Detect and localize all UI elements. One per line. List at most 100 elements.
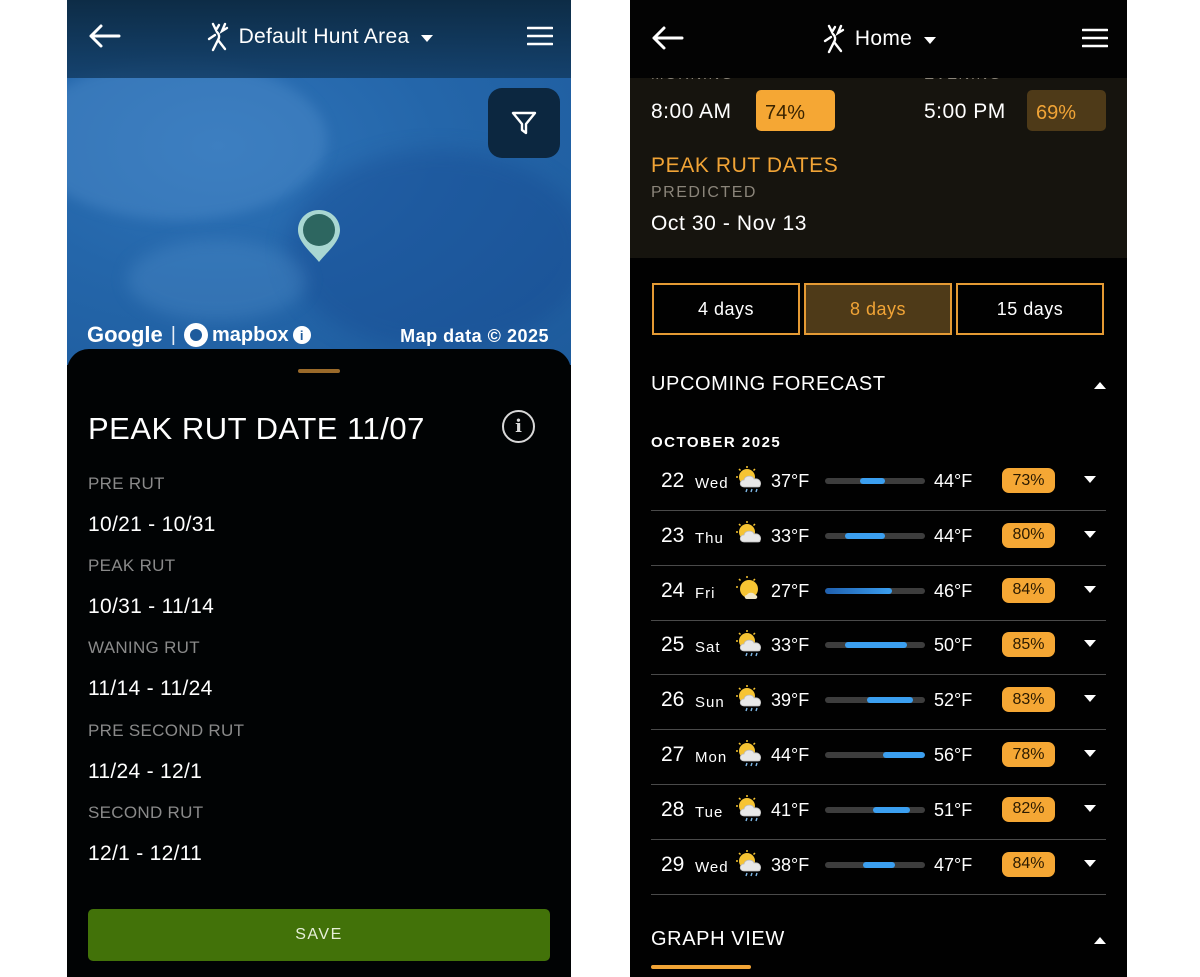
temp-range-bar bbox=[825, 752, 925, 758]
forecast-day: 24 bbox=[661, 578, 685, 602]
high-temp: 44°F bbox=[934, 471, 973, 491]
phase-label: PRE RUT bbox=[88, 474, 165, 493]
expand-chevron-icon[interactable] bbox=[1084, 476, 1096, 483]
forecast-row-29[interactable]: 29 Wed 38°F 47°F 84% bbox=[651, 840, 1106, 895]
collapse-arrow-icon[interactable] bbox=[1094, 937, 1106, 944]
phase-range: 10/31 - 11/14 bbox=[88, 595, 215, 618]
low-temp: 27°F bbox=[771, 580, 810, 601]
forecast-day: 27 bbox=[661, 743, 685, 766]
tab-15-days[interactable]: 15 days bbox=[956, 283, 1104, 335]
forecast-row-23[interactable]: 23 Thu 33°F 44°F 80% bbox=[651, 511, 1106, 566]
map-attribution: Google | mapbox i bbox=[87, 322, 311, 348]
high-temp: 47°F bbox=[934, 854, 973, 875]
high-temp: 51°F bbox=[934, 799, 973, 820]
temp-range-fill bbox=[825, 587, 892, 594]
save-button[interactable]: SAVE bbox=[88, 909, 550, 961]
forecast-row-27[interactable]: 27 Mon 44°F 56°F 78% bbox=[651, 730, 1106, 785]
phase-peak-rut: PEAK RUT 10/31 - 11/14 bbox=[88, 556, 214, 619]
forecast-day: 26 bbox=[661, 688, 685, 712]
attribution-separator: | bbox=[170, 323, 176, 346]
expand-chevron-icon[interactable] bbox=[1084, 804, 1096, 812]
forecast-month: OCTOBER 2025 bbox=[651, 434, 782, 451]
morning-time: 8:00 AM bbox=[651, 100, 732, 123]
activity-badge: 80% bbox=[1002, 522, 1055, 548]
info-icon[interactable]: i bbox=[502, 410, 535, 443]
map-terrain bbox=[67, 60, 327, 220]
expand-chevron-icon[interactable] bbox=[1084, 640, 1096, 648]
temp-range-fill bbox=[883, 752, 925, 758]
temp-range-fill bbox=[873, 806, 910, 813]
cloudy-rain-icon bbox=[735, 739, 767, 767]
phase-waning-rut: WANING RUT 11/14 - 11/24 bbox=[88, 638, 213, 701]
collapse-arrow-icon[interactable] bbox=[1094, 382, 1106, 389]
low-temp: 41°F bbox=[771, 799, 810, 820]
forecast-row-26[interactable]: 26 Sun 39°F 52°F 83% bbox=[651, 675, 1106, 731]
forecast-row-22[interactable]: 22 Wed 37°F 44°F 73% bbox=[651, 456, 1106, 511]
temp-range-fill bbox=[867, 697, 913, 704]
attribution-info-icon[interactable]: i bbox=[292, 326, 311, 344]
mapbox-logo: mapbox i bbox=[183, 323, 311, 347]
temp-range-fill bbox=[845, 532, 885, 539]
low-temp: 33°F bbox=[771, 635, 810, 656]
location-pin-icon[interactable] bbox=[295, 208, 343, 264]
peak-rut-sheet: PEAK RUT DATE 11/07 i PRE RUT 10/21 - 10… bbox=[67, 349, 571, 977]
phase-range: 10/21 - 10/31 bbox=[88, 513, 216, 536]
forecast-day: 22 bbox=[661, 469, 685, 492]
phase-range: 11/24 - 12/1 bbox=[88, 760, 203, 783]
graph-view-title[interactable]: GRAPH VIEW bbox=[651, 928, 785, 951]
mapbox-icon bbox=[183, 323, 208, 347]
hamburger-menu-icon[interactable] bbox=[527, 26, 553, 46]
expand-chevron-icon[interactable] bbox=[1084, 750, 1096, 757]
chevron-down-icon bbox=[421, 34, 434, 42]
phase-range: 11/14 - 11/24 bbox=[88, 677, 213, 700]
chevron-down-icon bbox=[924, 36, 937, 44]
forecast-row-25[interactable]: 25 Sat 33°F 50°F 85% bbox=[651, 620, 1106, 676]
phase-pre-rut: PRE RUT 10/21 - 10/31 bbox=[88, 474, 216, 537]
activity-badge: 78% bbox=[1002, 742, 1055, 767]
filter-button[interactable] bbox=[488, 88, 560, 158]
high-temp: 44°F bbox=[934, 525, 973, 546]
forecast-weekday: Tue bbox=[695, 803, 724, 821]
low-temp: 38°F bbox=[771, 854, 810, 875]
high-temp: 46°F bbox=[934, 580, 973, 601]
temp-range-bar bbox=[825, 861, 925, 868]
cloudy-rain-icon bbox=[735, 849, 767, 877]
upcoming-forecast-title[interactable]: UPCOMING FORECAST bbox=[651, 373, 886, 396]
activity-badge: 73% bbox=[1002, 468, 1055, 493]
expand-chevron-icon[interactable] bbox=[1084, 585, 1096, 593]
expand-chevron-icon[interactable] bbox=[1084, 859, 1096, 867]
phase-label: WANING RUT bbox=[88, 638, 200, 657]
phase-range: 12/1 - 12/11 bbox=[88, 842, 203, 865]
temp-range-fill bbox=[860, 478, 885, 484]
partly-cloudy-sun-icon bbox=[735, 520, 767, 548]
temp-range-bar bbox=[825, 478, 925, 484]
expand-chevron-icon[interactable] bbox=[1084, 695, 1096, 703]
location-selector[interactable]: Home bbox=[630, 24, 1127, 54]
activity-badge: 85% bbox=[1002, 632, 1055, 658]
mapbox-label: mapbox bbox=[211, 323, 289, 346]
forecast-weekday: Thu bbox=[695, 529, 724, 547]
home-screen: MORNING EVENING Home 8:00 AM 74% 5:00 PM… bbox=[630, 0, 1127, 977]
temp-range-bar bbox=[825, 806, 925, 813]
forecast-row-28[interactable]: 28 Tue 41°F 51°F 82% bbox=[651, 785, 1106, 840]
map-terrain bbox=[127, 240, 307, 320]
evening-time: 5:00 PM bbox=[924, 100, 1006, 123]
tab-4-days[interactable]: 4 days bbox=[652, 283, 800, 335]
low-temp: 44°F bbox=[771, 745, 810, 765]
sheet-drag-handle[interactable] bbox=[298, 369, 340, 373]
top-bar: Default Hunt Area bbox=[67, 0, 571, 78]
forecast-day: 28 bbox=[661, 797, 685, 821]
hunt-area-selector[interactable]: Default Hunt Area bbox=[67, 22, 571, 52]
sunny-cloud-icon bbox=[735, 575, 767, 603]
tab-8-days[interactable]: 8 days bbox=[804, 283, 952, 335]
hunt-area-screen: Google | mapbox i Map data © 2025 Defaul… bbox=[67, 0, 571, 977]
forecast-day: 29 bbox=[661, 852, 685, 876]
forecast-weekday: Wed bbox=[695, 858, 729, 876]
forecast-weekday: Sat bbox=[695, 639, 721, 657]
expand-chevron-icon[interactable] bbox=[1084, 530, 1096, 538]
hamburger-menu-icon[interactable] bbox=[1082, 28, 1108, 48]
forecast-row-24[interactable]: 24 Fri 27°F 46°F 84% bbox=[651, 566, 1106, 621]
forecast-weekday: Wed bbox=[695, 475, 729, 492]
forecast-day: 25 bbox=[661, 633, 685, 657]
predicted-label: PREDICTED bbox=[651, 184, 757, 201]
